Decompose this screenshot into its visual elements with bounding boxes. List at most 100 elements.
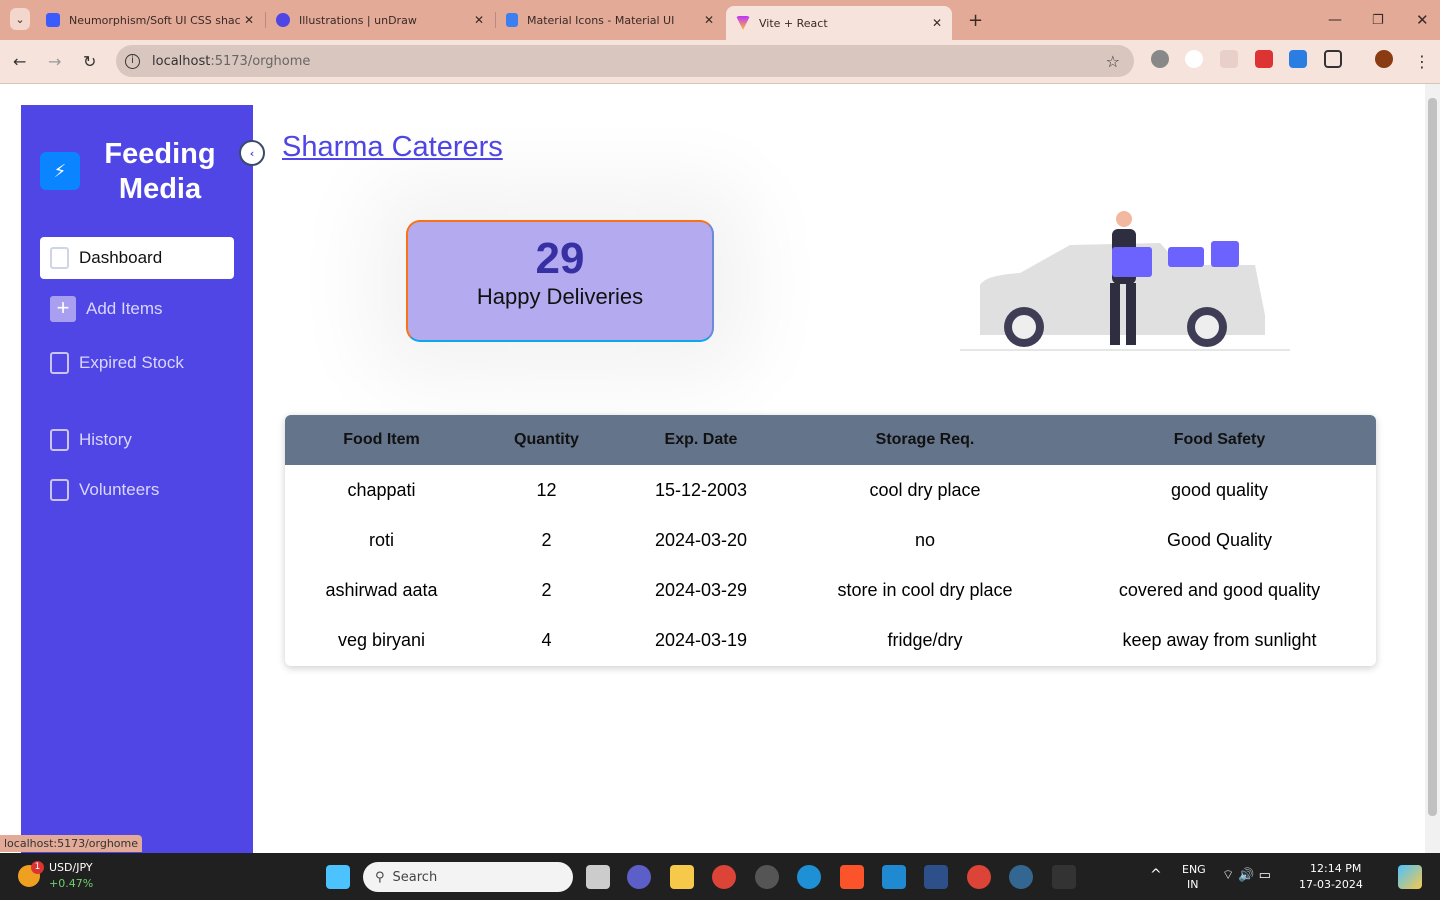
sidebar-item-dashboard[interactable]: Dashboard [40,237,234,279]
vite-icon [736,16,750,30]
language-region: IN [1187,878,1199,891]
tab-vite-react[interactable]: Vite + React ✕ [726,6,952,40]
table-cell: 2024-03-19 [654,629,748,650]
app-icon[interactable] [755,865,779,889]
chrome-icon[interactable] [712,865,736,889]
tab-undraw[interactable]: Illustrations | unDraw ✕ [266,6,494,34]
browser-tab-bar: ⌄ Neumorphism/Soft UI CSS shac ✕ Illustra… [0,0,1440,40]
close-icon[interactable]: ✕ [474,13,484,27]
table-cell: 4 [541,629,552,650]
scrollbar-thumb[interactable] [1428,98,1437,816]
stat-card: 29 Happy Deliveries [406,220,714,342]
table-row: veg biryani 4 2024-03-19 fridge/dry keep awa… [285,615,1376,665]
extension-icon[interactable] [1289,50,1307,68]
table-cell: good quality [1170,479,1269,500]
minimize-button[interactable]: — [1318,6,1352,34]
windows-start-icon[interactable] [326,865,350,889]
back-icon[interactable]: ← [13,52,26,71]
table-cell: veg biryani [337,629,426,650]
ticker-name[interactable]: USD/JPY [49,861,93,874]
extension-icon[interactable] [1151,50,1169,68]
plus-icon: + [50,296,76,322]
url-input[interactable]: i localhost:5173/orghome ☆ [116,45,1134,77]
brave-icon[interactable] [840,865,864,889]
language-indicator[interactable]: ENG [1182,863,1206,876]
table-cell: store in cool dry place [837,579,1013,600]
avatar[interactable] [1375,50,1393,68]
table-cell: no [914,529,936,550]
chevron-up-icon[interactable]: ^ [1150,867,1162,883]
file-explorer-icon[interactable] [670,865,694,889]
table-cell: cool dry place [869,479,981,500]
notification-badge: 1 [31,861,44,874]
close-icon[interactable]: ✕ [704,13,714,27]
column-header: Food Safety [1173,431,1266,448]
delivery-illustration [960,211,1290,351]
tab-search-button[interactable]: ⌄ [10,8,30,30]
clock-time[interactable]: 12:14 PM [1310,862,1361,875]
stat-label: Happy Deliveries [476,284,644,309]
clock-date: 17-03-2024 [1299,878,1363,891]
ticker-change: +0.47% [49,877,94,890]
taskbar: 1 USD/JPY +0.47% ⚲ Search ^ ENG IN ⌔ 🔊 ▭ … [0,853,1440,900]
postgres-icon[interactable] [1009,865,1033,889]
search-icon: ⚲ [375,869,385,885]
task-view-icon[interactable] [586,865,610,889]
extension-icon[interactable] [1220,50,1238,68]
table-cell: 2024-03-29 [654,579,748,600]
extensions-puzzle-icon[interactable] [1324,50,1342,68]
new-tab-button[interactable]: + [958,6,993,34]
table-cell: roti [368,529,394,550]
address-toolbar: ← → ↻ i localhost:5173/orghome ☆ ⋮ [0,40,1440,84]
sidebar-item-expired-stock[interactable]: Expired Stock [40,342,234,384]
window-close-button[interactable]: ✕ [1406,6,1439,34]
edge-icon[interactable] [797,865,821,889]
vscode-icon[interactable] [882,865,906,889]
column-header: Food Item [343,431,420,448]
chevron-left-icon: ‹ [249,146,255,160]
calendar-icon [50,352,69,374]
app-icon[interactable] [924,865,948,889]
table-row: roti 2 2024-03-20 no Good Quality [285,515,1376,565]
reload-icon[interactable]: ↻ [83,52,96,71]
maximize-button[interactable]: ❐ [1362,6,1394,34]
chrome-icon[interactable] [967,865,991,889]
site-info-icon[interactable]: i [125,53,140,69]
column-header: Storage Req. [875,431,975,448]
brand-title: Feeding Media [104,138,216,205]
extension-icon[interactable] [1255,50,1273,68]
close-icon[interactable]: ✕ [932,16,942,30]
table-cell: keep away from sunlight [1122,629,1317,650]
tab-material-icons[interactable]: Material Icons - Material UI ✕ [496,6,724,34]
bookmark-star-icon[interactable]: ☆ [1106,52,1120,71]
forward-icon[interactable]: → [48,52,61,71]
extension-icon[interactable] [1185,50,1203,68]
tab-neumorphism[interactable]: Neumorphism/Soft UI CSS shac ✕ [36,6,264,34]
wifi-volume-battery-icon[interactable]: ⌔ 🔊 ▭ [1222,867,1271,883]
table-cell: covered and good quality [1118,579,1321,600]
table-cell: fridge/dry [887,629,963,650]
close-icon[interactable]: ✕ [244,13,254,27]
table-cell: 2 [541,579,552,600]
table-cell: 2024-03-20 [654,529,748,550]
scrollbar[interactable] [1425,84,1440,853]
taskbar-search[interactable]: ⚲ Search [363,862,573,892]
table-row: chappati 12 15-12-2003 cool dry place good q… [285,465,1376,515]
terminal-icon[interactable] [1052,865,1076,889]
bolt-icon: ⚡ [40,152,80,190]
calendar-icon [50,247,69,269]
page-title[interactable]: Sharma Caterers [282,131,503,164]
status-url: localhost:5173/orghome [0,835,143,852]
table-cell: chappati [347,479,416,500]
column-header: Exp. Date [664,431,738,448]
meet-icon[interactable] [627,865,651,889]
copilot-icon[interactable] [1398,865,1422,889]
collapse-sidebar-button[interactable]: ‹ [239,140,265,166]
menu-dots-icon[interactable]: ⋮ [1414,52,1430,71]
folder-icon [50,479,69,501]
mui-icon [506,13,518,27]
sidebar-item-add-items[interactable]: + Add Items [40,288,234,330]
undraw-icon [276,13,290,27]
sidebar-item-history[interactable]: History [40,419,234,461]
sidebar-item-volunteers[interactable]: Volunteers [40,469,234,511]
